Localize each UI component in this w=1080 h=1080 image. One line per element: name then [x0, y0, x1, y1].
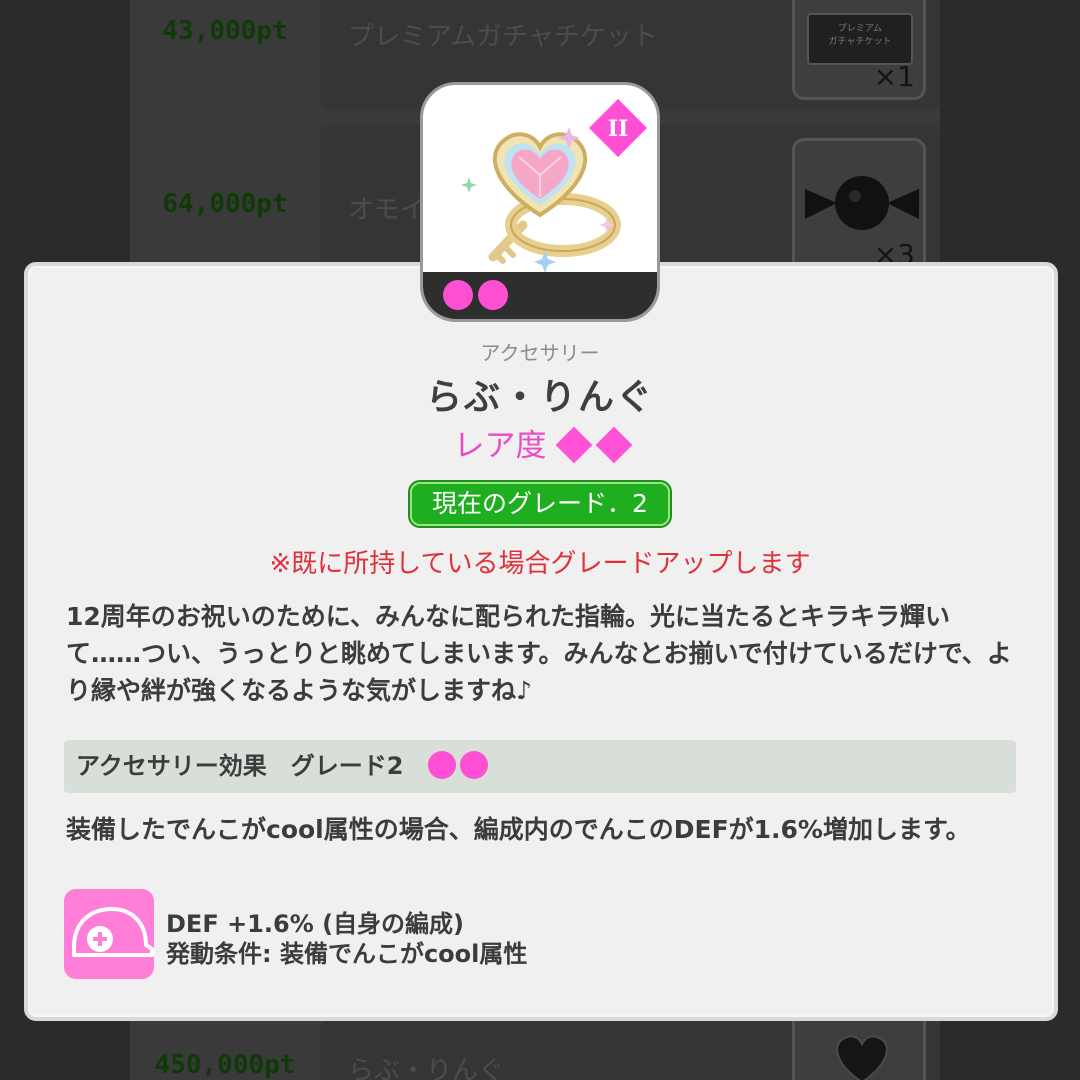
reward-thumbnail: プレミアム ガチャチケット ×1	[792, 0, 926, 100]
grade-dot	[427, 751, 456, 779]
reward-points: 43,000pt	[162, 16, 288, 46]
reward-name: らぶ・りんぐ	[348, 1056, 505, 1080]
grade-dot	[478, 280, 508, 310]
rarity-diamond-icon	[555, 426, 592, 464]
reward-points: 64,000pt	[162, 189, 288, 219]
rarity-diamond-icon	[595, 426, 632, 464]
effect-header-label: アクセサリー効果 グレード2	[76, 752, 404, 780]
helmet-plus-icon	[72, 907, 154, 957]
grade-dot	[443, 280, 473, 310]
reward-points: 450,000pt	[154, 1050, 296, 1080]
reward-name: プレミアムガチャチケット	[348, 22, 658, 52]
grade-badge-icon: II	[589, 99, 647, 157]
rarity-label: レア度	[453, 428, 547, 464]
item-icon-tile: II	[420, 82, 660, 322]
item-description: 12周年のお祝いのために、みんなに配られた指輪。光に当たるとキラキラ輝いて……つ…	[66, 602, 1012, 705]
heart-ring-icon	[836, 1035, 888, 1080]
item-category: アクセサリー	[480, 341, 600, 365]
grade-dot	[459, 751, 488, 779]
stat-condition-line: 発動条件: 装備でんこがcool属性	[166, 940, 528, 968]
accessory-effect-text: 装備したでんこがcool属性の場合、編成内のでんこのDEFが1.6%増加します。	[66, 815, 971, 844]
current-grade-badge: 現在のグレード．2	[410, 482, 670, 526]
grade-up-notice: ※既に所持している場合グレードアップします	[269, 549, 811, 579]
rarity-row: レア度	[0, 420, 1080, 465]
reward-thumbnail: ×3	[792, 138, 926, 278]
reward-thumbnail	[792, 1020, 926, 1080]
reward-name: オモイ	[348, 195, 427, 225]
icon-grade-bar	[423, 272, 657, 319]
ticket-icon: プレミアム ガチャチケット	[807, 13, 913, 65]
item-name: らぶ・りんぐ	[425, 377, 654, 418]
reward-quantity: ×1	[873, 60, 915, 93]
stat-icon-tile	[64, 889, 154, 979]
accessory-effect-header: アクセサリー効果 グレード2	[64, 740, 1016, 793]
grade-badge-label: II	[608, 116, 629, 142]
